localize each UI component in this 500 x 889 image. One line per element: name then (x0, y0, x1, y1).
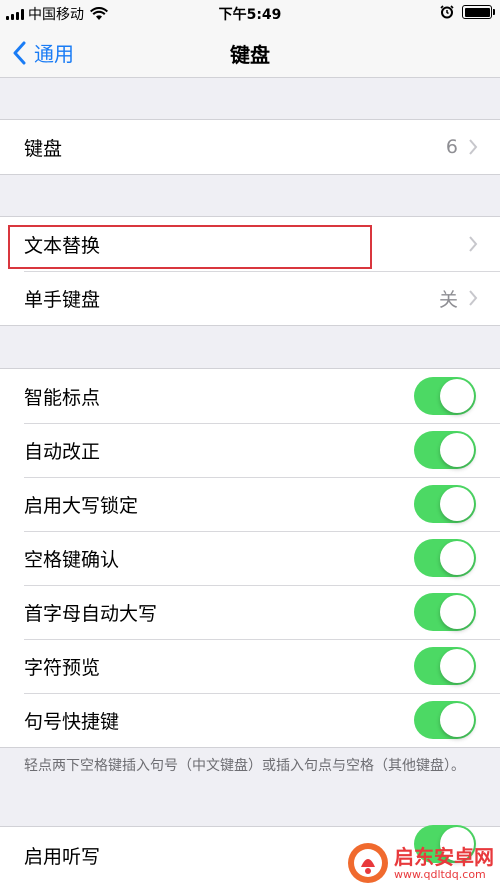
battery-icon (462, 5, 495, 19)
period-shortcut-label: 句号快捷键 (24, 710, 120, 733)
space-confirm-row: 空格键确认 (0, 531, 500, 585)
period-shortcut-footnote: 轻点两下空格键插入句号（中文键盘）或插入句点与空格（其他键盘）。 (24, 758, 465, 774)
toggle-knob (440, 649, 474, 683)
auto-capitalization-label: 首字母自动大写 (24, 602, 158, 625)
character-preview-label: 字符预览 (24, 656, 101, 679)
auto-correction-row: 自动改正 (0, 423, 500, 477)
caps-lock-row: 启用大写锁定 (0, 477, 500, 531)
watermark-text: 启东安卓网 www.qdltdq.com (394, 846, 494, 881)
space-confirm-label: 空格键确认 (24, 548, 120, 571)
watermark-logo-icon (348, 843, 388, 883)
chevron-right-icon (469, 236, 478, 252)
watermark-url: www.qdltdq.com (394, 867, 486, 881)
space-confirm-toggle[interactable] (414, 539, 476, 577)
smart-punctuation-row: 智能标点 (0, 369, 500, 423)
watermark-name: 启东安卓网 (394, 844, 494, 869)
character-preview-toggle[interactable] (414, 647, 476, 685)
keyboards-row[interactable]: 键盘 6 (0, 120, 500, 174)
caps-lock-toggle[interactable] (414, 485, 476, 523)
toggle-knob (440, 379, 474, 413)
navigation-bar: 通用 键盘 (0, 26, 500, 78)
auto-correction-toggle[interactable] (414, 431, 476, 469)
chevron-right-icon (469, 139, 478, 155)
period-shortcut-row: 句号快捷键 (0, 693, 500, 747)
toggle-knob (440, 433, 474, 467)
one-handed-keyboard-row[interactable]: 单手键盘 关 (0, 271, 500, 325)
watermark: 启东安卓网 www.qdltdq.com (346, 841, 494, 885)
character-preview-row: 字符预览 (0, 639, 500, 693)
period-shortcut-toggle[interactable] (414, 701, 476, 739)
keyboards-count: 6 (445, 136, 458, 158)
smart-punctuation-toggle[interactable] (414, 377, 476, 415)
status-right (440, 5, 495, 19)
auto-correction-label: 自动改正 (24, 440, 101, 463)
toggle-knob (440, 595, 474, 629)
text-group: 文本替换 单手键盘 关 (0, 216, 500, 326)
toggle-knob (440, 703, 474, 737)
status-time: 下午5:49 (218, 7, 282, 23)
alarm-clock-icon (440, 5, 454, 19)
one-handed-keyboard-value: 关 (438, 288, 458, 311)
keyboard-options-group: 智能标点 自动改正 启用大写锁定 空格键确认 首字母自动大写 字符预览 句号快捷… (0, 368, 500, 748)
keyboards-label: 键盘 (24, 137, 63, 160)
toggle-knob (440, 541, 474, 575)
text-replacement-label: 文本替换 (24, 234, 101, 257)
keyboards-group: 键盘 6 (0, 119, 500, 175)
one-handed-keyboard-label: 单手键盘 (24, 288, 101, 311)
toggle-knob (440, 487, 474, 521)
page-title: 键盘 (230, 43, 270, 67)
auto-capitalization-row: 首字母自动大写 (0, 585, 500, 639)
chevron-right-icon (469, 290, 478, 306)
caps-lock-label: 启用大写锁定 (24, 494, 139, 517)
auto-capitalization-toggle[interactable] (414, 593, 476, 631)
status-bar: 中国移动 下午5:49 (0, 0, 500, 26)
text-replacement-row[interactable]: 文本替换 (0, 217, 500, 271)
smart-punctuation-label: 智能标点 (24, 386, 101, 409)
